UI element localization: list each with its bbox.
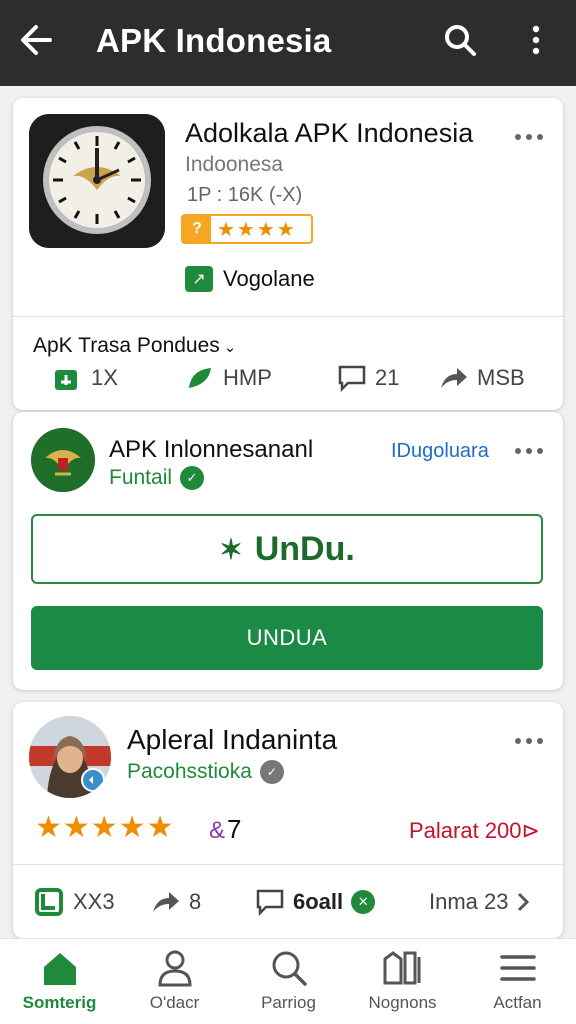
subtitle-text: Pacohsstioka <box>127 760 252 783</box>
divider <box>13 316 563 317</box>
nav-menu[interactable]: Actfan <box>460 949 575 1024</box>
action-label: MSB <box>477 365 525 390</box>
download-button[interactable]: UNDUA <box>31 606 543 670</box>
rating-icon: & <box>209 817 226 844</box>
card3-actions: XX3 8 6oall ✕ Inma 23 <box>13 888 563 920</box>
card1-actions: 1X HMP 21 MSB <box>13 364 563 396</box>
action-label: Inma 23 <box>429 889 509 914</box>
rating-stars: ★★★★★ <box>35 811 175 844</box>
action-like[interactable]: 1X <box>53 364 118 392</box>
menu-icon <box>499 955 536 981</box>
clock-app-icon <box>29 114 165 248</box>
category-link[interactable]: IDugoluara <box>391 440 489 463</box>
nav-home[interactable]: Somterig <box>2 949 117 1024</box>
app-title: APK Indonesia <box>96 22 332 59</box>
comment-icon <box>256 889 284 916</box>
star-leaf-icon: ✶ <box>219 533 243 565</box>
app-name[interactable]: APK Inlonnesananl <box>109 436 313 464</box>
search-icon[interactable] <box>440 20 480 60</box>
chevron-right-icon <box>517 892 529 912</box>
back-arrow-icon[interactable] <box>16 20 60 60</box>
comment-icon <box>338 365 366 392</box>
rating-lead-icon: ? <box>183 216 211 242</box>
rating-badge: ? ★★★★ <box>181 214 313 244</box>
nav-search[interactable]: Parriog <box>231 949 346 1024</box>
leaf-icon <box>189 368 211 388</box>
action-share[interactable]: 8 <box>149 888 201 916</box>
nav-label: Somterig <box>22 993 97 1012</box>
nav-label: O'dacr <box>149 993 200 1012</box>
action-label: 8 <box>189 889 202 914</box>
nav-profile[interactable]: O'dacr <box>117 949 232 1024</box>
app-name[interactable]: Adolkala APK Indonesia <box>185 118 473 149</box>
action-more[interactable]: Inma 23 <box>429 888 533 916</box>
more-vert-icon[interactable] <box>520 20 552 60</box>
chevron-down-icon: ⌄ <box>223 339 237 356</box>
search-icon <box>272 951 307 986</box>
apps-icon <box>383 951 420 985</box>
action-check[interactable]: XX3 <box>35 888 115 916</box>
subtitle-text: Funtail <box>109 466 173 489</box>
rating-count: &7 <box>209 814 241 845</box>
nav-label: Nognons <box>368 993 437 1012</box>
avatar <box>29 716 111 798</box>
rating-stars: ★★★★ <box>217 218 297 241</box>
action-leaf[interactable]: HMP <box>185 364 272 392</box>
thumbs-up-icon <box>55 370 77 390</box>
app-card-3[interactable]: Apleral Indaninta Pacohsstioka ✓ ★★★★★ &7… <box>13 702 563 938</box>
check-badge-icon <box>35 888 63 916</box>
more-horiz-icon[interactable] <box>513 446 545 456</box>
garuda-emblem-icon <box>31 428 95 492</box>
action-label: 1X <box>91 365 118 390</box>
home-icon <box>43 953 76 985</box>
bottom-nav: Somterig O'dacr Parriog Nognons Actfan <box>0 938 576 1024</box>
section-dropdown[interactable]: ApK Trasa Pondues ⌄ <box>33 334 236 358</box>
action-label: 6oall <box>293 889 344 914</box>
nav-label: Parriog <box>261 993 316 1012</box>
nav-apps[interactable]: Nognons <box>345 949 460 1024</box>
app-card-1[interactable]: Adolkala APK Indonesia Indoonesa 1P : 16… <box>13 98 563 410</box>
button-label: UnDu. <box>254 529 355 568</box>
promo-link[interactable]: Palarat 200⊳ <box>409 818 540 844</box>
publisher-label: Vogolane <box>223 266 315 291</box>
action-comment[interactable]: 6oall ✕ <box>255 888 376 916</box>
person-icon <box>157 950 192 987</box>
app-card-2[interactable]: APK Inlonnesananl Funtail ✓ IDugoluara ✶ U… <box>13 412 563 690</box>
rating-count-value: 7 <box>227 814 242 844</box>
action-label: HMP <box>223 365 272 390</box>
app-subtitle: Indoonesa <box>185 153 284 176</box>
publisher[interactable]: ↗ Vogolane <box>185 266 315 292</box>
verified-icon: ✓ <box>259 760 284 784</box>
download-outline-button[interactable]: ✶ UnDu. <box>31 514 543 584</box>
action-comment[interactable]: 21 <box>337 364 399 392</box>
action-label: XX3 <box>73 889 115 914</box>
verified-icon: ✓ <box>180 466 205 490</box>
app-stat: 1P : 16K (-X) <box>187 184 303 206</box>
verified-icon: ✕ <box>351 890 376 914</box>
section-label: ApK Trasa Pondues <box>33 334 220 357</box>
share-icon <box>153 892 179 912</box>
app-name[interactable]: Apleral Indaninta <box>127 724 337 756</box>
more-horiz-icon[interactable] <box>513 736 545 746</box>
more-horiz-icon[interactable] <box>513 132 545 142</box>
nav-label: Actfan <box>493 993 542 1012</box>
app-bar: APK Indonesia <box>0 0 576 86</box>
app-subtitle: Pacohsstioka ✓ <box>127 760 284 784</box>
divider <box>13 864 563 865</box>
action-share[interactable]: MSB <box>437 364 525 392</box>
app-subtitle: Funtail ✓ <box>109 466 205 490</box>
share-icon <box>441 368 467 388</box>
publisher-icon: ↗ <box>185 266 213 292</box>
action-label: 21 <box>375 365 400 390</box>
